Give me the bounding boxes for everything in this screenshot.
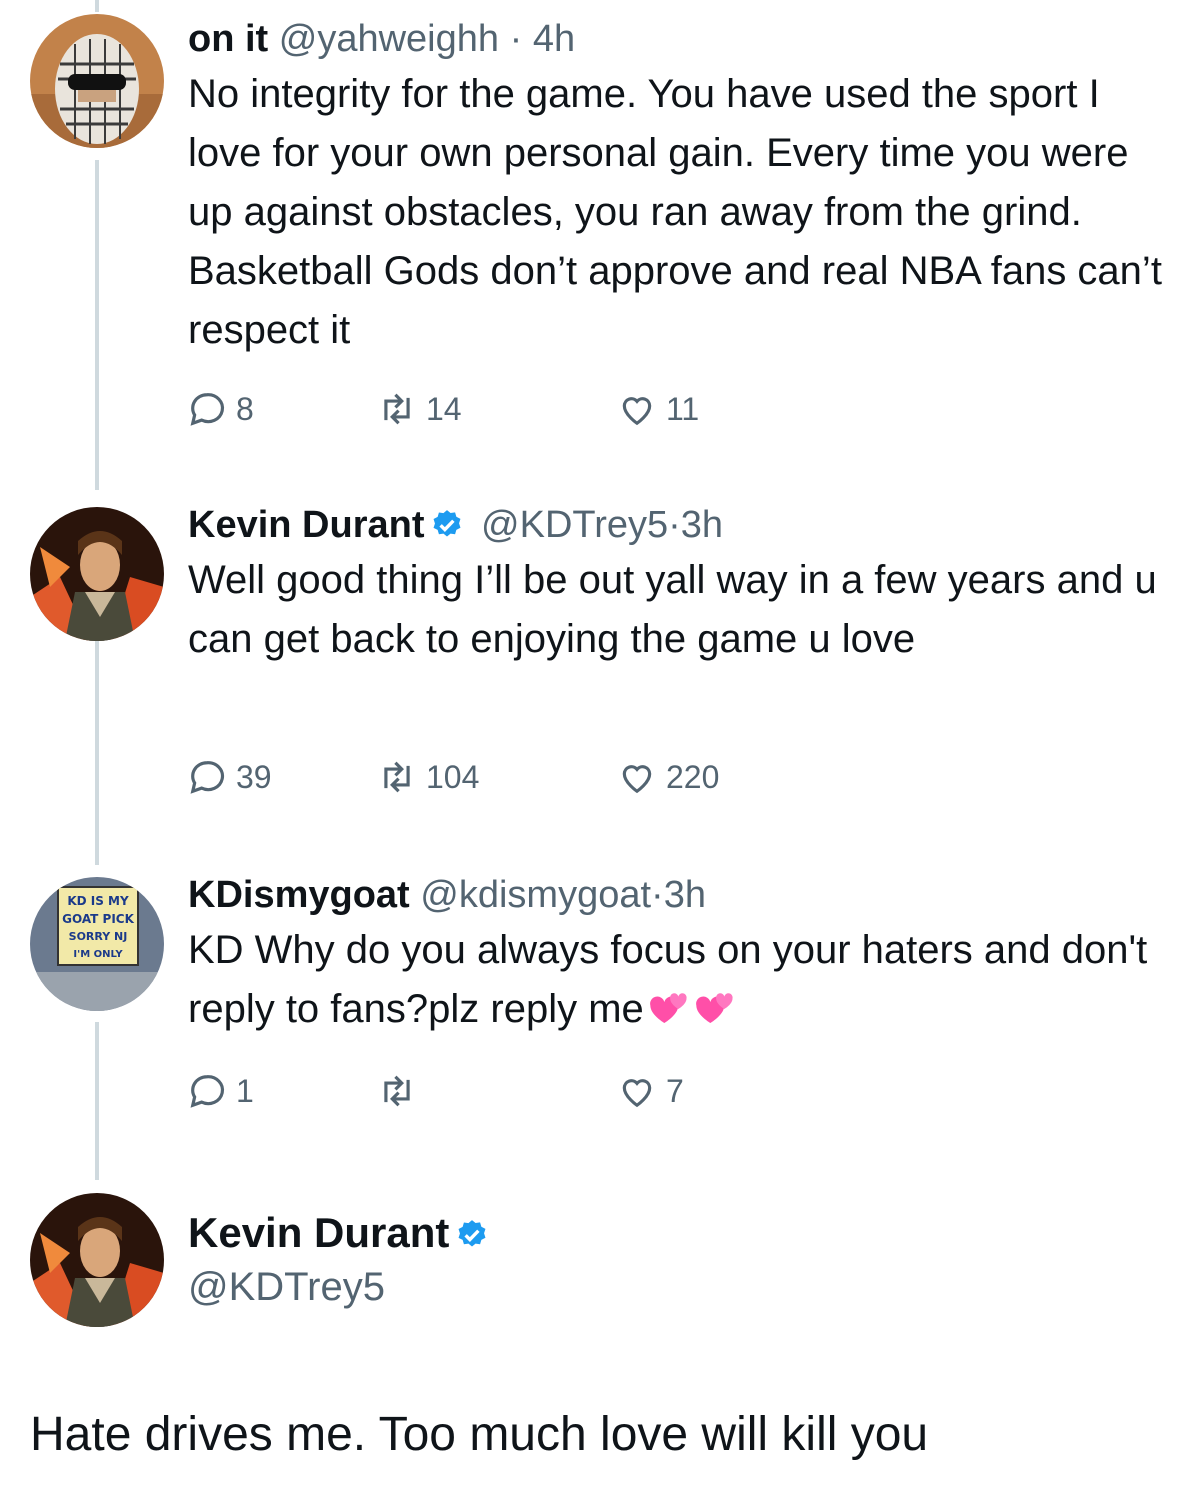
tweet-actions: 8 14 11 xyxy=(188,390,699,428)
avatar-kevin-durant[interactable] xyxy=(30,507,164,641)
keffiyeh-avatar-icon xyxy=(30,14,164,148)
display-name[interactable]: on it xyxy=(188,18,268,60)
thread-line xyxy=(95,160,99,490)
verified-badge-icon xyxy=(458,1220,486,1247)
retweet-button[interactable]: 104 xyxy=(378,758,618,796)
animated-character-avatar-icon xyxy=(30,1193,164,1327)
tweet-actions: 1 7 xyxy=(188,1072,684,1110)
tweet-header: Kevin Durant @KDTrey5·3h xyxy=(188,502,1170,548)
display-name[interactable]: Kevin Durant xyxy=(188,504,424,546)
main-tweet-text: Hate drives me. Too much love will kill … xyxy=(30,1408,929,1461)
sign-line-3: SORRY NJ xyxy=(69,930,128,943)
sign-line-1: KD IS MY xyxy=(67,894,129,908)
tweet-reply-3[interactable]: KDismygoat @kdismygoat·3h KD Why do you … xyxy=(188,872,1170,1109)
user-handle[interactable]: @kdismygoat xyxy=(420,874,651,916)
heart-icon xyxy=(622,765,652,794)
user-handle[interactable]: @yahweighh xyxy=(279,18,499,60)
tweet-text: Well good thing I’ll be out yall way in … xyxy=(188,558,1157,661)
separator-dot: · xyxy=(651,874,664,916)
user-handle[interactable]: @KDTrey5 xyxy=(481,504,668,546)
retweet-count: 104 xyxy=(426,758,480,795)
reply-icon xyxy=(190,761,224,794)
fan-sign-avatar-icon: KD IS MY GOAT PICK SORRY NJ I'M ONLY xyxy=(30,877,164,1011)
main-user-handle[interactable]: @KDTrey5 xyxy=(188,1262,495,1312)
retweet-button[interactable] xyxy=(378,1072,618,1110)
retweet-icon xyxy=(384,393,410,425)
like-button[interactable]: 11 xyxy=(618,390,699,428)
like-count: 7 xyxy=(666,1072,684,1109)
retweet-icon xyxy=(384,761,410,793)
avatar-on-it[interactable] xyxy=(30,14,164,148)
like-count: 220 xyxy=(666,758,720,795)
display-name[interactable]: KDismygoat xyxy=(188,874,410,916)
emoji-group xyxy=(644,987,736,1031)
thread-line xyxy=(95,1022,99,1180)
verified-badge-icon xyxy=(434,510,461,537)
reply-count: 8 xyxy=(236,390,254,427)
heart-icon xyxy=(622,397,652,426)
timestamp[interactable]: 3h xyxy=(681,504,723,546)
thread-line-top xyxy=(95,0,99,12)
reply-button[interactable]: 1 xyxy=(188,1072,378,1110)
tweet-actions: 39 104 220 xyxy=(188,758,719,796)
sign-line-2: GOAT PICK xyxy=(62,912,135,926)
reply-icon xyxy=(190,1075,224,1108)
like-button[interactable]: 7 xyxy=(618,1072,684,1110)
retweet-button[interactable]: 14 xyxy=(378,390,618,428)
avatar-kdismygoat[interactable]: KD IS MY GOAT PICK SORRY NJ I'M ONLY xyxy=(30,877,164,1011)
main-display-name[interactable]: Kevin Durant xyxy=(188,1209,449,1256)
retweet-icon xyxy=(384,1075,410,1107)
two-hearts-icon xyxy=(649,993,687,1023)
separator-dot: · xyxy=(509,18,523,60)
avatar-kevin-durant-main[interactable] xyxy=(30,1193,164,1327)
animated-character-avatar-icon xyxy=(30,507,164,641)
tweet-text-container: KD Why do you always focus on your hater… xyxy=(188,921,1170,1039)
timestamp[interactable]: 4h xyxy=(533,18,575,60)
reply-count: 39 xyxy=(236,758,272,795)
thread-line xyxy=(95,640,99,865)
sign-line-4: I'M ONLY xyxy=(73,949,123,960)
two-hearts-icon xyxy=(695,993,733,1023)
reply-button[interactable]: 39 xyxy=(188,758,378,796)
tweet-reply-2[interactable]: Kevin Durant @KDTrey5·3h Well good thing… xyxy=(188,502,1170,795)
tweet-header: on it @yahweighh · 4h xyxy=(188,16,1170,62)
like-button[interactable]: 220 xyxy=(618,758,719,796)
tweet-text: No integrity for the game. You have used… xyxy=(188,72,1162,352)
reply-icon xyxy=(190,393,224,426)
like-count: 11 xyxy=(666,390,700,427)
retweet-count: 14 xyxy=(426,390,462,427)
tweet-reply-1[interactable]: on it @yahweighh · 4h No integrity for t… xyxy=(188,16,1170,427)
tweet-header: KDismygoat @kdismygoat·3h xyxy=(188,872,1170,918)
timestamp[interactable]: 3h xyxy=(664,874,706,916)
main-display-row: Kevin Durant xyxy=(188,1208,495,1258)
reply-count: 1 xyxy=(236,1072,254,1109)
main-tweet-header: Kevin Durant @KDTrey5 xyxy=(188,1208,495,1312)
heart-icon xyxy=(622,1079,652,1108)
separator-dot: · xyxy=(668,504,681,546)
reply-button[interactable]: 8 xyxy=(188,390,378,428)
